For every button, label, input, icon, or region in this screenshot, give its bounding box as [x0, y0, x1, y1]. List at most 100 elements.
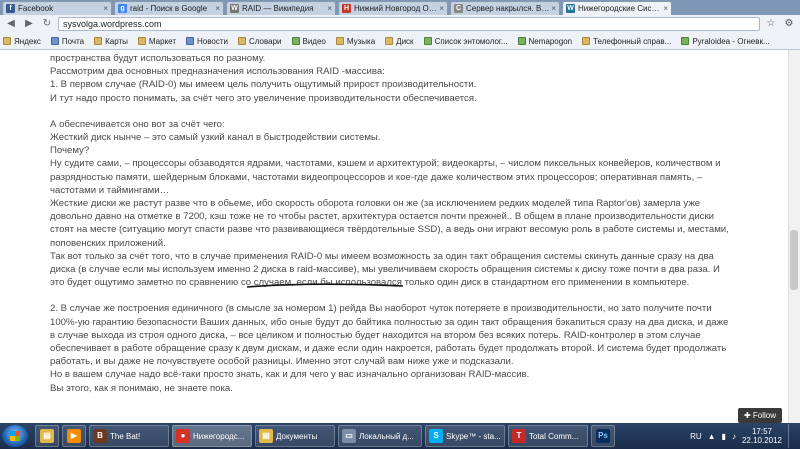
facebook-icon: f [6, 4, 15, 13]
bookmark-label: Яндекс [14, 36, 41, 46]
address-bar[interactable]: sysvolga.wordpress.com [58, 17, 760, 31]
network-icon[interactable]: ▮ [722, 432, 726, 441]
browser-tab[interactable]: ССервер накрылся. Вопро...× [450, 1, 560, 15]
page-scrollbar[interactable] [788, 50, 800, 423]
bookmark-icon [385, 37, 394, 45]
bookmark-item[interactable]: Музыка [335, 36, 376, 46]
chrome-icon: ● [176, 429, 190, 443]
article-paragraph: А обеспечивается оно вот за счёт чего: [50, 118, 225, 130]
close-icon[interactable]: × [663, 4, 668, 13]
handdrawn-underline [246, 283, 404, 288]
close-icon[interactable]: × [103, 4, 108, 13]
scrollbar-thumb[interactable] [790, 230, 798, 290]
forward-arrow-icon[interactable]: ▶ [22, 17, 36, 31]
bookmark-item[interactable]: Почта [50, 36, 85, 46]
bookmark-item[interactable]: Pyraloidea - Огневк... [681, 36, 770, 46]
windows-taskbar: ▤ ▶ B The Bat! ● Нижегородс... ▤ Документы ▭ Ло… [0, 423, 800, 449]
bookmark-label: Список энтомолог... [434, 36, 508, 46]
bookmark-label: Маркет [148, 36, 177, 46]
bookmark-item[interactable]: Новости [186, 37, 228, 46]
site-icon: Н [342, 4, 351, 13]
close-icon[interactable]: × [439, 4, 444, 13]
taskbar-app-label: Skype™ - sta... [446, 431, 501, 441]
bookmark-icon [186, 37, 195, 45]
bookmark-item[interactable]: Список энтомолог... [423, 36, 508, 46]
bookmark-item[interactable]: Яндекс [3, 37, 41, 46]
forum-icon: С [454, 4, 463, 13]
browser-tab[interactable]: g raid - Поиск в Google × [114, 1, 224, 15]
bookmark-item[interactable]: Видео [291, 37, 326, 46]
bookmarks-bar: Яндекс Почта Карты Маркет Новости Словари Виде… [0, 33, 800, 50]
browser-tab[interactable]: ННижний Новгород Онлайн× [338, 1, 448, 15]
article-paragraph: Почему? [50, 145, 90, 157]
close-icon[interactable]: × [551, 4, 556, 13]
bookmark-label: Музыка [346, 36, 376, 46]
start-button[interactable] [2, 425, 28, 447]
bookmark-icon [423, 37, 432, 45]
show-desktop-button[interactable] [788, 424, 796, 448]
bookmark-item[interactable]: Карты [94, 37, 128, 46]
language-indicator[interactable]: RU [690, 432, 702, 441]
clock[interactable]: 17:57 22.10.2012 [742, 427, 782, 445]
volume-icon[interactable]: ♪ [732, 432, 736, 441]
bookmark-icon [681, 37, 690, 45]
bookmark-item[interactable]: Диск [385, 36, 414, 46]
taskbar-app-button[interactable]: B The Bat! [89, 425, 169, 447]
article-paragraph: пространства будут использоваться по раз… [50, 53, 266, 64]
taskbar-app-button[interactable]: ▤ Документы [255, 425, 335, 447]
clock-date: 22.10.2012 [741, 436, 782, 445]
article-paragraph: Рассмотрим два основных предназначения и… [50, 66, 385, 78]
article-paragraph: 1. В первом случае (RAID-0) мы имеем цел… [50, 79, 477, 91]
browser-tab[interactable]: WНижегородские Системы...× [562, 1, 672, 15]
article-paragraph: 2. В случае же построения единичного (в … [50, 303, 729, 368]
taskbar-photoshop[interactable]: Ps [591, 425, 615, 447]
taskbar-app-label: The Bat! [110, 431, 141, 441]
bookmark-item[interactable]: Nemapogon [517, 36, 573, 46]
follow-button[interactable]: ✚ Follow [738, 408, 782, 423]
windows-logo-icon [10, 431, 20, 441]
bookmark-icon [50, 37, 59, 45]
wikipedia-icon: W [230, 4, 239, 13]
taskbar-app-button[interactable]: S Skype™ - sta... [425, 425, 505, 447]
bookmark-label: Почта [61, 36, 85, 46]
bookmark-label: Карты [105, 36, 128, 46]
taskbar-media-pinned[interactable]: ▶ [62, 425, 86, 447]
taskbar-app-label: Локальный д... [359, 431, 414, 441]
tab-label: raid - Поиск в Google [130, 4, 208, 13]
close-icon[interactable]: × [215, 4, 220, 13]
drive-icon: ▭ [342, 429, 356, 443]
folder-icon: ▤ [259, 429, 273, 443]
bookmark-icon [335, 37, 344, 45]
taskbar-folder-pinned[interactable]: ▤ [35, 425, 59, 447]
taskbar-app-button[interactable]: ● Нижегородс... [172, 425, 252, 447]
bookmark-item[interactable]: Телефонный справ... [582, 37, 671, 46]
taskbar-apps: B The Bat! ● Нижегородс... ▤ Документы ▭ Локаль… [89, 425, 588, 447]
tray-arrow-icon[interactable]: ▲ [708, 432, 716, 441]
back-arrow-icon[interactable]: ◀ [4, 17, 18, 31]
article-paragraph: И тут надо просто понимать, за счёт чего… [50, 92, 477, 104]
taskbar-app-label: Нижегородс... [193, 431, 245, 441]
browser-toolbar: ◀ ▶ ↻ sysvolga.wordpress.com ☆ ⚙ [0, 15, 800, 33]
bookmark-label: Словари [248, 36, 282, 46]
tab-label: Facebook [18, 4, 54, 13]
article-paragraph: Жесткий диск нынче – это самый узкий кан… [50, 132, 381, 144]
bookmark-label: Диск [396, 36, 414, 46]
article-paragraph: Вы этого, как я понимаю, не знаете пока. [50, 382, 233, 394]
close-icon[interactable]: × [327, 4, 332, 13]
bookmark-item[interactable]: Маркет [137, 36, 177, 46]
browser-tab[interactable]: W RAID — Википедия × [226, 1, 336, 15]
bookmark-label: Nemapogon [528, 36, 573, 46]
bookmark-label: Pyraloidea - Огневк... [692, 36, 770, 46]
thebat-icon: B [93, 429, 107, 443]
reload-icon[interactable]: ↻ [40, 17, 54, 31]
article-body: пространства будут использоваться по раз… [50, 52, 730, 395]
article-paragraph: Но в вашем случае надо всё-таки просто з… [50, 369, 530, 381]
bookmark-item[interactable]: Словари [237, 36, 282, 46]
star-icon[interactable]: ☆ [764, 17, 778, 31]
taskbar-app-button[interactable]: ▭ Локальный д... [338, 425, 422, 447]
system-tray: RU ▲ ▮ ♪ 17:57 22.10.2012 [690, 424, 800, 448]
tab-label: Нижегородские Системы... [578, 4, 661, 13]
taskbar-app-button[interactable]: T Total Comm... [508, 425, 588, 447]
browser-tab[interactable]: f Facebook × [2, 1, 112, 15]
wrench-icon[interactable]: ⚙ [782, 17, 796, 31]
